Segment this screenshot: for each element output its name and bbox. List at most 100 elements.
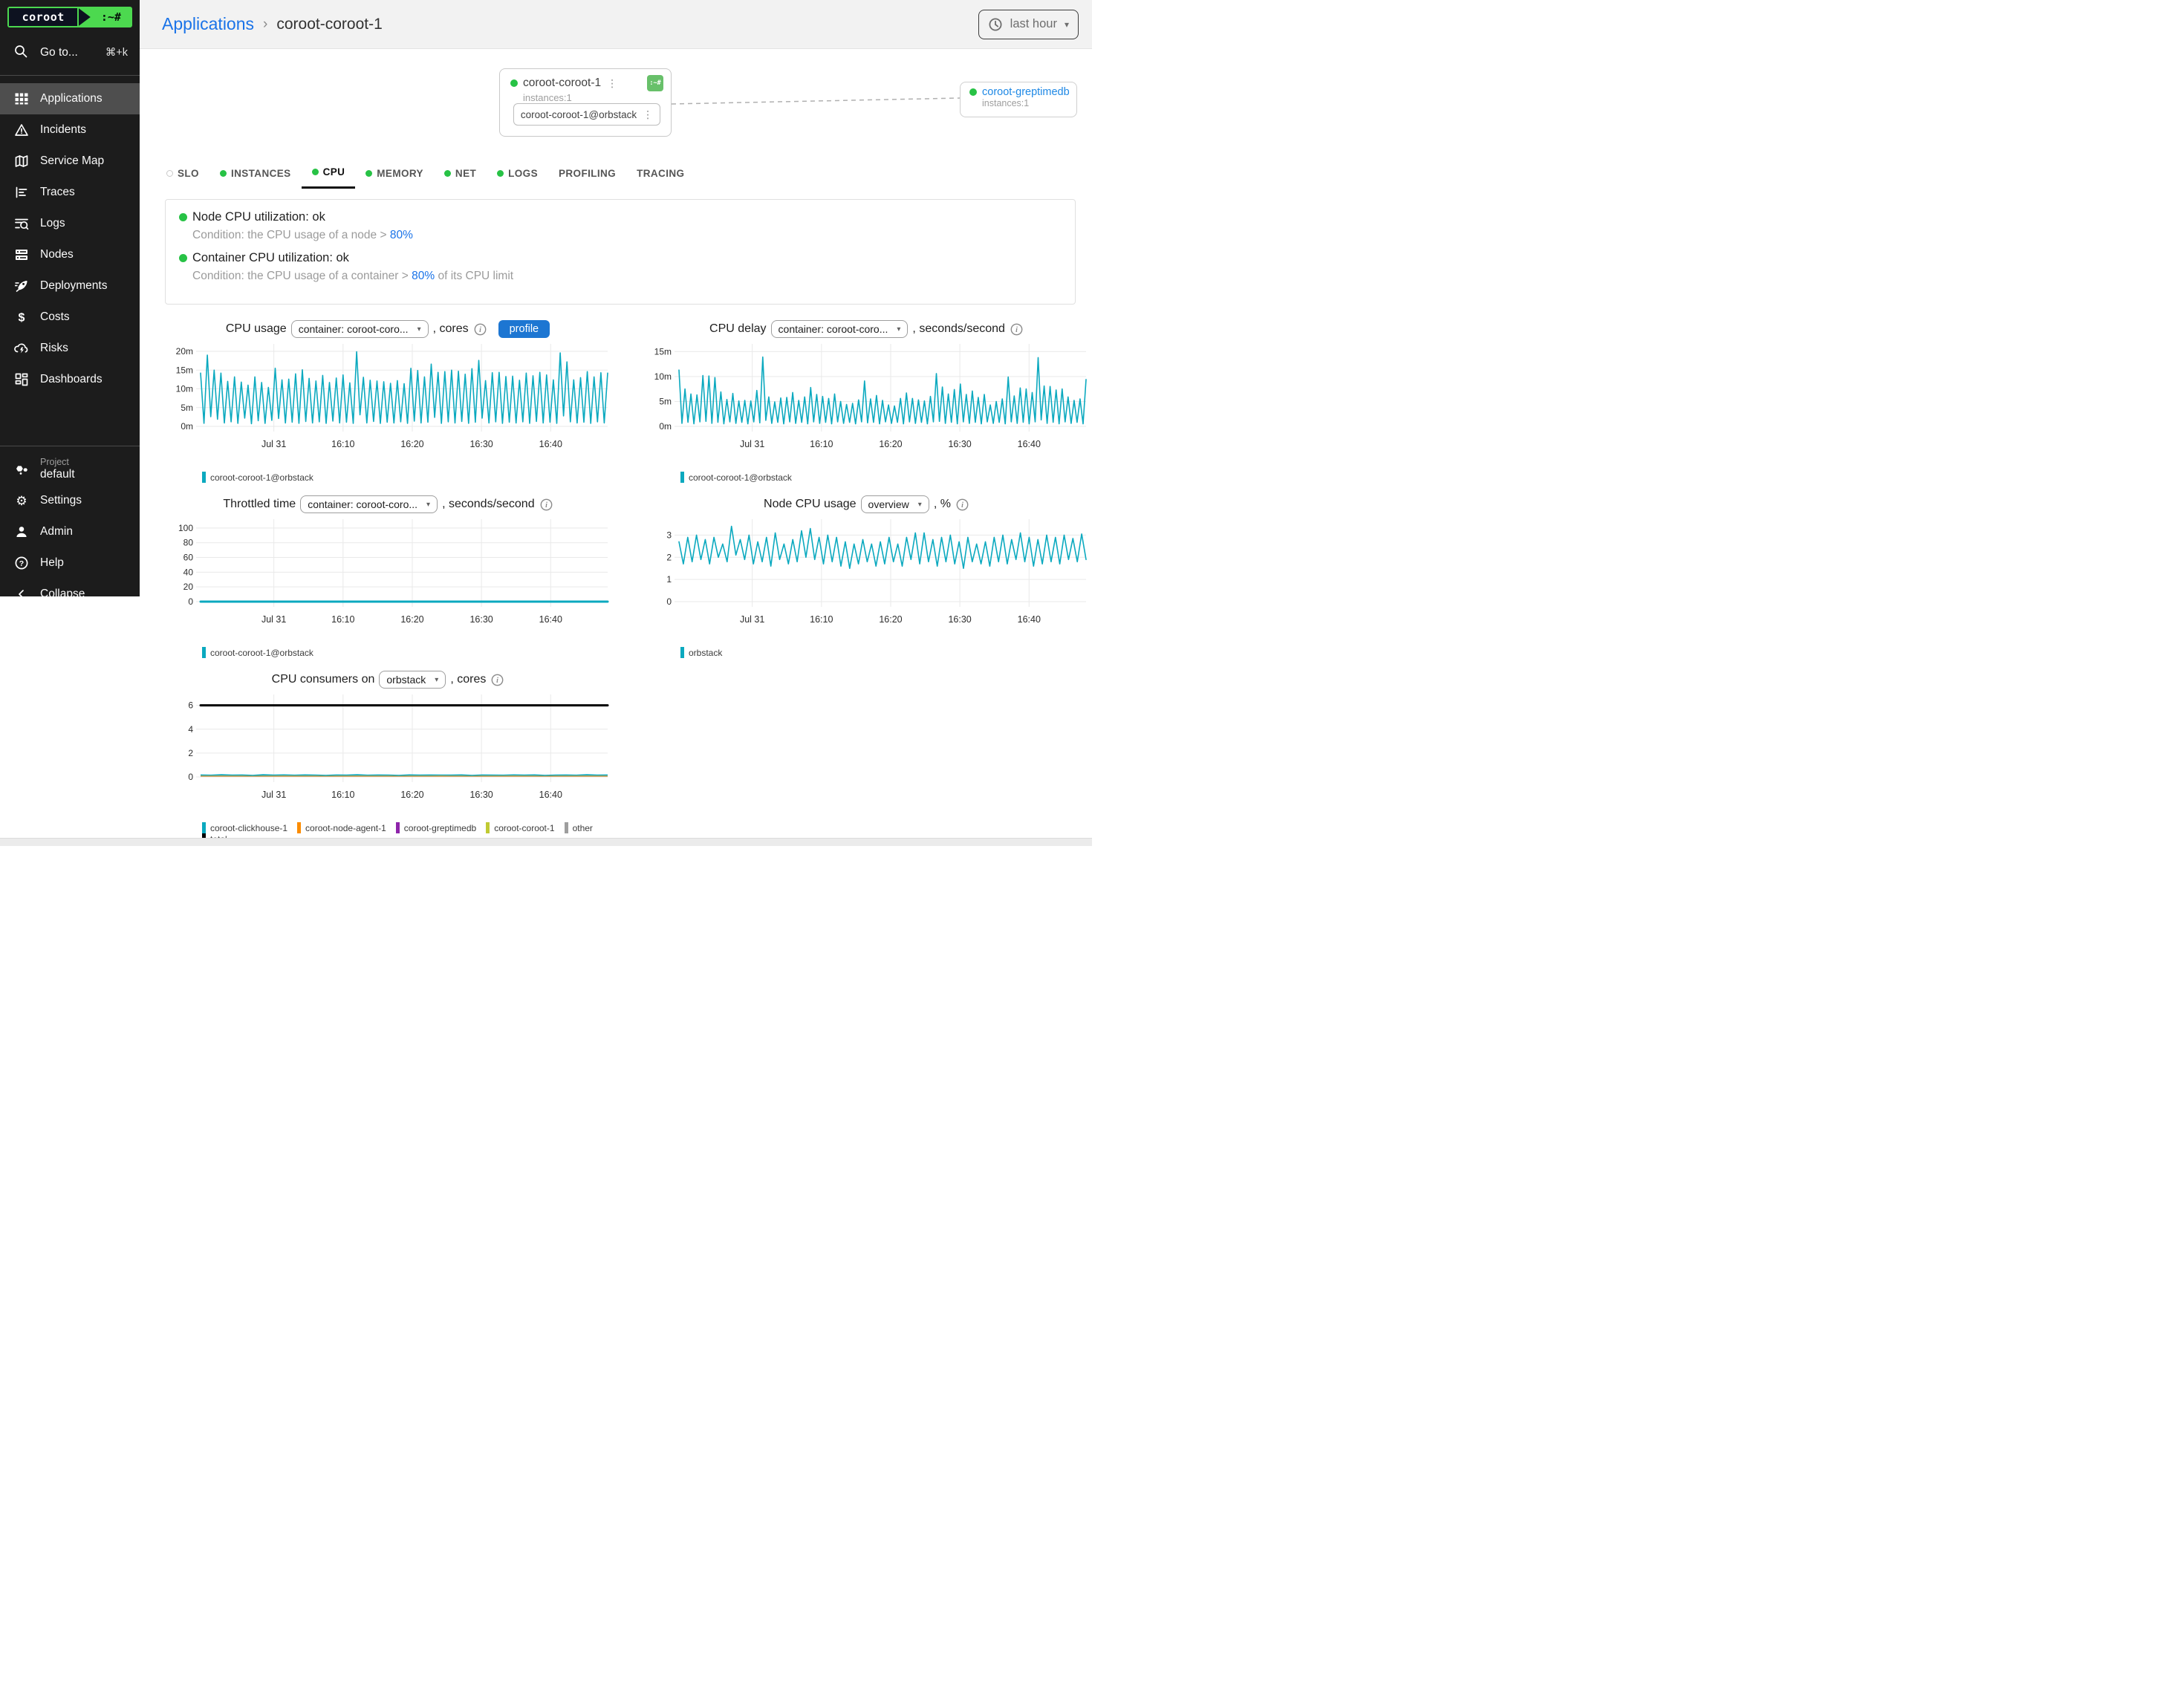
sidebar-item-label: Risks <box>40 342 68 355</box>
legend-label: coroot-coroot-1@orbstack <box>210 472 313 483</box>
tab-net[interactable]: NET <box>434 162 487 189</box>
svg-text:0: 0 <box>188 772 193 782</box>
svg-text:16:30: 16:30 <box>948 614 971 625</box>
svg-text:⚙: ⚙ <box>16 494 27 508</box>
sidebar-nav: Applications Incidents Service MapTracesLo… <box>0 83 140 395</box>
collapse-icon <box>13 586 30 602</box>
legend-item[interactable]: coroot-coroot-1@orbstack <box>680 472 792 483</box>
goto-search[interactable]: Go to... ⌘+k <box>0 38 140 68</box>
sidebar-item-default[interactable]: Projectdefault <box>0 454 140 485</box>
tab-label: TRACING <box>637 168 684 179</box>
grid-icon <box>13 91 30 107</box>
sidebar: coroot :~# Go to... ⌘+k Applications Inci… <box>0 0 140 596</box>
svg-text:1: 1 <box>666 574 672 585</box>
chart-selector-dropdown[interactable]: container: coroot-coro...▾ <box>291 320 429 338</box>
legend-item[interactable]: coroot-coroot-1 <box>486 822 554 833</box>
legend-swatch <box>680 472 684 483</box>
search-icon <box>13 44 28 62</box>
svg-text:16:10: 16:10 <box>810 439 833 449</box>
tab-profiling[interactable]: PROFILING <box>548 162 626 189</box>
time-range-picker[interactable]: last hour ▾ <box>978 10 1079 39</box>
threshold-link[interactable]: 80% <box>390 229 413 241</box>
info-icon[interactable]: i <box>540 498 553 511</box>
tab-label: INSTANCES <box>231 168 291 179</box>
svg-text:16:30: 16:30 <box>469 614 493 625</box>
chart-selector-dropdown[interactable]: overview▾ <box>861 495 929 513</box>
tab-memory[interactable]: MEMORY <box>355 162 434 189</box>
status-dot <box>969 88 977 96</box>
sidebar-item-help[interactable]: ?Help <box>0 547 140 579</box>
report-tabs: SLO INSTANCES CPU MEMORY NET LOGSPROFILING TRA… <box>156 162 1092 189</box>
sidebar-item-applications[interactable]: Applications <box>0 83 140 114</box>
tab-tracing[interactable]: TRACING <box>626 162 695 189</box>
instance-name: coroot-coroot-1@orbstack <box>521 109 637 120</box>
legend-label: coroot-clickhouse-1 <box>210 823 287 833</box>
header-bar: Applications › coroot-coroot-1 last hour… <box>140 0 1092 49</box>
tab-cpu[interactable]: CPU <box>302 162 356 189</box>
chart-selector-dropdown[interactable]: container: coroot-coro...▾ <box>300 495 438 513</box>
kebab-menu-icon[interactable]: ⋮ <box>607 77 617 90</box>
sidebar-item-service-map[interactable]: Service Map <box>0 146 140 177</box>
kebab-menu-icon[interactable]: ⋮ <box>643 108 653 121</box>
tab-slo[interactable]: SLO <box>156 162 209 189</box>
tab-label: NET <box>455 168 476 179</box>
check-condition: Condition: the CPU usage of a container … <box>192 270 1062 283</box>
status-dot <box>510 79 518 87</box>
info-icon[interactable]: i <box>956 498 969 511</box>
breadcrumb-separator: › <box>263 16 267 33</box>
legend-item[interactable]: coroot-coroot-1@orbstack <box>202 472 313 483</box>
legend-item[interactable]: coroot-greptimedb <box>396 822 476 833</box>
bottom-scrollbar-strip[interactable] <box>0 838 1092 846</box>
sidebar-item-collapse[interactable]: Collapse <box>0 579 140 610</box>
chart-unit-suffix: , seconds/second <box>442 498 535 511</box>
logs-icon <box>13 215 30 232</box>
breadcrumb-applications-link[interactable]: Applications <box>162 14 254 34</box>
legend-item[interactable]: orbstack <box>680 647 722 658</box>
coroot-logo[interactable]: coroot :~# <box>7 7 132 27</box>
chart-selector-dropdown[interactable]: container: coroot-coro...▾ <box>771 320 909 338</box>
legend-item[interactable]: other <box>565 822 593 833</box>
sidebar-item-admin[interactable]: Admin <box>0 516 140 547</box>
tab-logs[interactable]: LOGS <box>487 162 548 189</box>
legend-item[interactable]: coroot-clickhouse-1 <box>202 822 287 833</box>
svg-text:Jul 31: Jul 31 <box>261 439 286 449</box>
peer-card-instances: instances:1 <box>982 98 1076 108</box>
svg-text:80: 80 <box>183 538 194 548</box>
sidebar-item-settings[interactable]: ⚙Settings <box>0 485 140 516</box>
chart-title: CPU usage <box>226 322 287 336</box>
svg-text:i: i <box>496 677 498 685</box>
tab-label: MEMORY <box>377 168 423 179</box>
chevron-down-icon: ▾ <box>426 501 430 509</box>
chart-title-row: CPU delaycontainer: coroot-coro...▾, sec… <box>643 318 1089 340</box>
info-icon[interactable]: i <box>1010 323 1023 336</box>
app-card-coroot-greptimedb[interactable]: coroot-greptimedb instances:1 <box>960 82 1077 117</box>
sidebar-item-dashboards[interactable]: Dashboards <box>0 364 140 395</box>
chart-selector-value: orbstack <box>386 674 426 686</box>
sidebar-item-label: Deployments <box>40 279 107 293</box>
sidebar-item-logs[interactable]: Logs <box>0 208 140 239</box>
sidebar-item-deployments[interactable]: Deployments <box>0 270 140 302</box>
sidebar-item-traces[interactable]: Traces <box>0 177 140 208</box>
cpu-checks-panel: Node CPU utilization: okCondition: the C… <box>165 199 1076 305</box>
info-icon[interactable]: i <box>491 674 504 686</box>
sidebar-item-label: Incidents <box>40 123 86 137</box>
svg-text:10m: 10m <box>176 384 193 394</box>
sidebar-item-nodes[interactable]: Nodes <box>0 239 140 270</box>
threshold-link[interactable]: 80% <box>412 270 435 282</box>
legend-item[interactable]: coroot-coroot-1@orbstack <box>202 647 313 658</box>
peer-card-link[interactable]: coroot-greptimedb <box>982 86 1070 98</box>
sidebar-item-risks[interactable]: Risks <box>0 333 140 364</box>
profile-button[interactable]: profile <box>498 320 550 338</box>
tab-instances[interactable]: INSTANCES <box>209 162 302 189</box>
time-range-label: last hour <box>1010 17 1057 31</box>
instance-box[interactable]: coroot-coroot-1@orbstack ⋮ <box>513 103 660 126</box>
sidebar-item-costs[interactable]: $Costs <box>0 302 140 333</box>
svg-text:60: 60 <box>183 553 194 563</box>
chart-selector-dropdown[interactable]: orbstack▾ <box>379 671 446 689</box>
sidebar-item-incidents[interactable]: Incidents <box>0 114 140 146</box>
info-icon[interactable]: i <box>474 323 487 336</box>
legend-item[interactable]: coroot-node-agent-1 <box>297 822 386 833</box>
logo-text: coroot <box>22 10 65 24</box>
app-card-coroot-coroot-1[interactable]: coroot-coroot-1 ⋮ :~# instances:1 coroot… <box>499 68 672 137</box>
legend-label: coroot-node-agent-1 <box>305 823 386 833</box>
